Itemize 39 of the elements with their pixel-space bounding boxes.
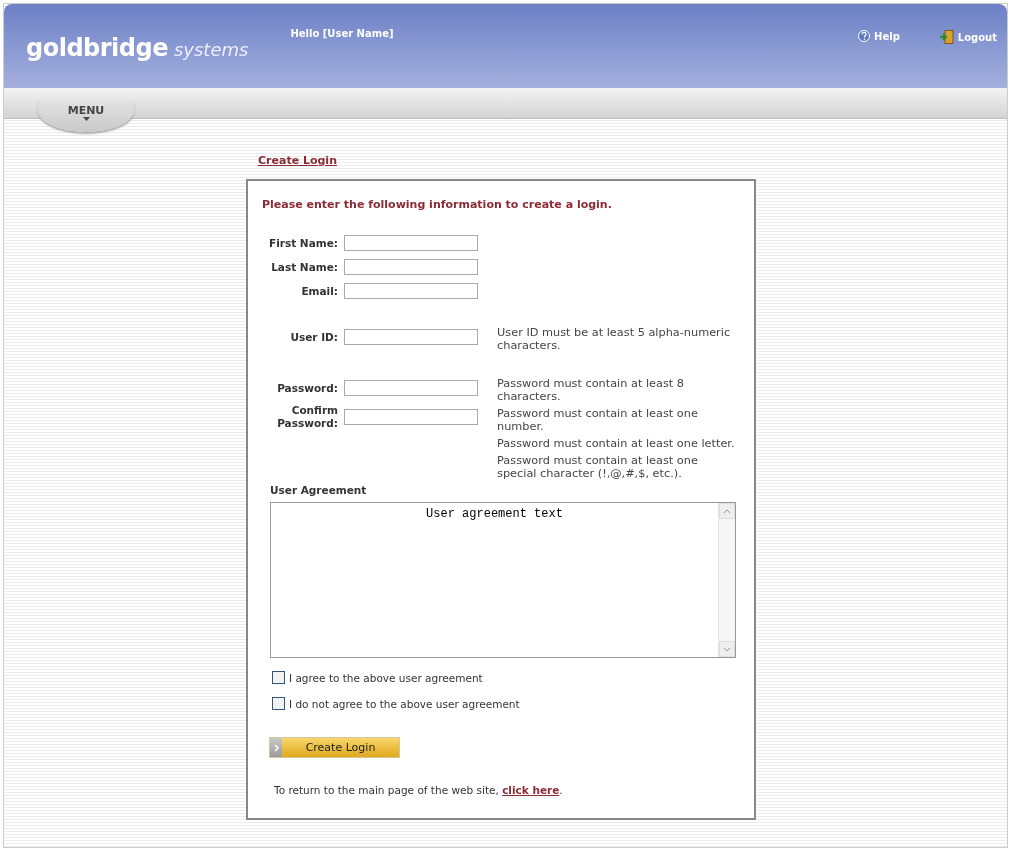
input-field[interactable] [344, 259, 478, 275]
field-label: Password: [276, 381, 338, 395]
field-label: Email: [300, 284, 338, 298]
agreement-text: User agreement text [425, 506, 564, 521]
intro-text: Please enter the following information to create a login. [262, 198, 613, 211]
hint-text: Password must contain at least one special character (!,@,#,$, etc.). [497, 454, 699, 480]
logo-text: goldbridge [26, 34, 168, 62]
scrollbar[interactable] [718, 503, 735, 657]
breadcrumb-link[interactable]: Create Login [258, 154, 337, 167]
field-label: Confirm Password: [276, 404, 338, 430]
door-icon [939, 30, 954, 44]
input-field[interactable] [344, 235, 478, 251]
input-field[interactable] [344, 283, 478, 299]
field-label: Last Name: [270, 260, 338, 274]
checkbox[interactable] [272, 671, 285, 684]
field-label: First Name: [268, 236, 338, 250]
create-login-button[interactable]: Create Login [270, 738, 399, 757]
hint-text: Password must contain at least one letter. [497, 437, 736, 450]
caret-icon [82, 117, 90, 121]
checkbox[interactable] [272, 697, 285, 710]
logo-subtext: systems [173, 39, 249, 60]
menu-button[interactable]: MENU [38, 100, 134, 132]
return-sentence: To return to the main page of the web site, click here. [274, 784, 564, 796]
input-field[interactable] [344, 329, 478, 345]
hint-text: Password must contain at least one number. [497, 407, 699, 433]
chevron-up-icon [723, 508, 731, 514]
agreement-text-area[interactable]: User agreement text [270, 502, 736, 658]
checkbox-label: I do not agree to the above user agreement [289, 697, 520, 710]
agreement-heading: User Agreement [270, 484, 368, 496]
hint-text: Password must contain at least 8 characters. [497, 377, 686, 403]
chevron-down-icon [723, 646, 731, 652]
hint-text: User ID must be at least 5 alpha-numeric characters. [497, 326, 732, 352]
greeting-text: Hello [User Name] [290, 28, 394, 39]
field-label: User ID: [289, 330, 338, 344]
chevron-right-icon [273, 743, 279, 752]
checkbox-label: I agree to the above user agreement [289, 671, 483, 684]
input-field[interactable] [344, 380, 478, 396]
question-icon [858, 30, 871, 42]
input-field[interactable] [344, 409, 478, 425]
